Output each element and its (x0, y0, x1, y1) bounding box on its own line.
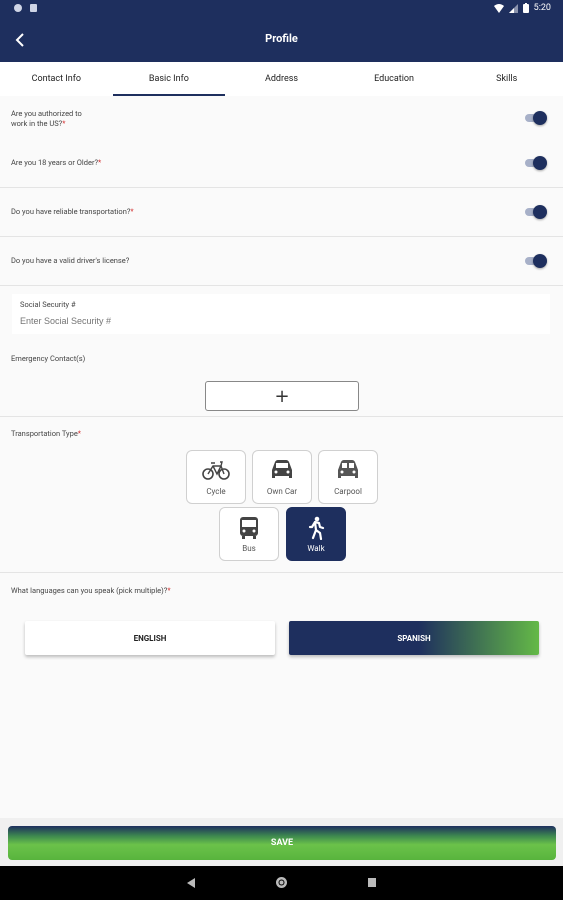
language-spanish-button[interactable]: SPANISH (289, 621, 539, 655)
language-english-button[interactable]: ENGLISH (25, 621, 275, 655)
page-title: Profile (265, 32, 298, 45)
question-label: Do you have reliable transportation?* (11, 207, 134, 216)
bicycle-icon (202, 461, 230, 480)
tab-bar: Contact Info Basic Info Address Educatio… (0, 62, 563, 96)
transport-option-label: Own Car (266, 487, 298, 496)
tab-education[interactable]: Education (338, 62, 451, 96)
ssn-field: Social Security # (12, 294, 550, 334)
transport-option-cycle[interactable]: Cycle (186, 450, 246, 504)
add-emergency-contact-button[interactable]: + (205, 381, 359, 411)
status-bar: 5:20 (0, 0, 563, 18)
transport-option-label: Carpool (334, 487, 362, 496)
car-icon (272, 460, 292, 478)
question-label: Are you authorized to work in the US?* (11, 109, 82, 128)
notification-icon (14, 4, 22, 12)
bus-icon (240, 517, 258, 539)
app-bar: Profile (0, 18, 563, 62)
tab-skills[interactable]: Skills (450, 62, 563, 96)
tab-address[interactable]: Address (225, 62, 338, 96)
transport-option-label: Walk (307, 544, 325, 553)
question-license-row: Do you have a valid driver's license? (0, 237, 563, 286)
emergency-contacts-label: Emergency Contact(s) (11, 354, 86, 363)
transport-option-label: Cycle (206, 487, 226, 496)
save-button[interactable]: SAVE (8, 826, 556, 860)
walk-icon (308, 516, 325, 540)
question-transportation-row: Do you have reliable transportation?* (0, 188, 563, 237)
tab-contact-info[interactable]: Contact Info (0, 62, 113, 96)
divider (0, 572, 563, 573)
ssn-input[interactable] (20, 316, 540, 326)
question-label: Are you 18 years or Older?* (11, 158, 102, 167)
transport-option-own-car[interactable]: Own Car (252, 450, 312, 504)
languages-label: What languages can you speak (pick multi… (11, 586, 171, 595)
tab-basic-info[interactable]: Basic Info (112, 62, 226, 96)
carpool-icon (338, 460, 358, 478)
signal-icon (508, 3, 518, 13)
system-nav-bar (0, 866, 563, 900)
clock: 5:20 (533, 3, 551, 13)
age-toggle[interactable] (525, 156, 547, 170)
nav-recents-icon[interactable] (367, 877, 377, 888)
battery-icon (522, 3, 529, 13)
license-toggle[interactable] (525, 254, 547, 268)
transportation-type-label: Transportation Type* (11, 429, 82, 438)
authorized-toggle[interactable] (525, 111, 547, 125)
divider (0, 416, 563, 417)
nav-back-icon[interactable] (186, 877, 196, 889)
transportation-toggle[interactable] (525, 205, 547, 219)
ssn-label: Social Security # (20, 300, 76, 309)
save-bar: SAVE (0, 818, 563, 866)
question-age-row: Are you 18 years or Older?* (0, 139, 563, 188)
nav-home-icon[interactable] (275, 876, 288, 889)
question-label: Do you have a valid driver's license? (11, 256, 130, 265)
transport-option-bus[interactable]: Bus (219, 507, 279, 561)
transport-option-walk[interactable]: Walk (286, 507, 346, 561)
sd-card-icon (30, 4, 37, 12)
transport-option-carpool[interactable]: Carpool (318, 450, 378, 504)
transport-option-label: Bus (242, 544, 256, 553)
wifi-icon (493, 3, 504, 13)
